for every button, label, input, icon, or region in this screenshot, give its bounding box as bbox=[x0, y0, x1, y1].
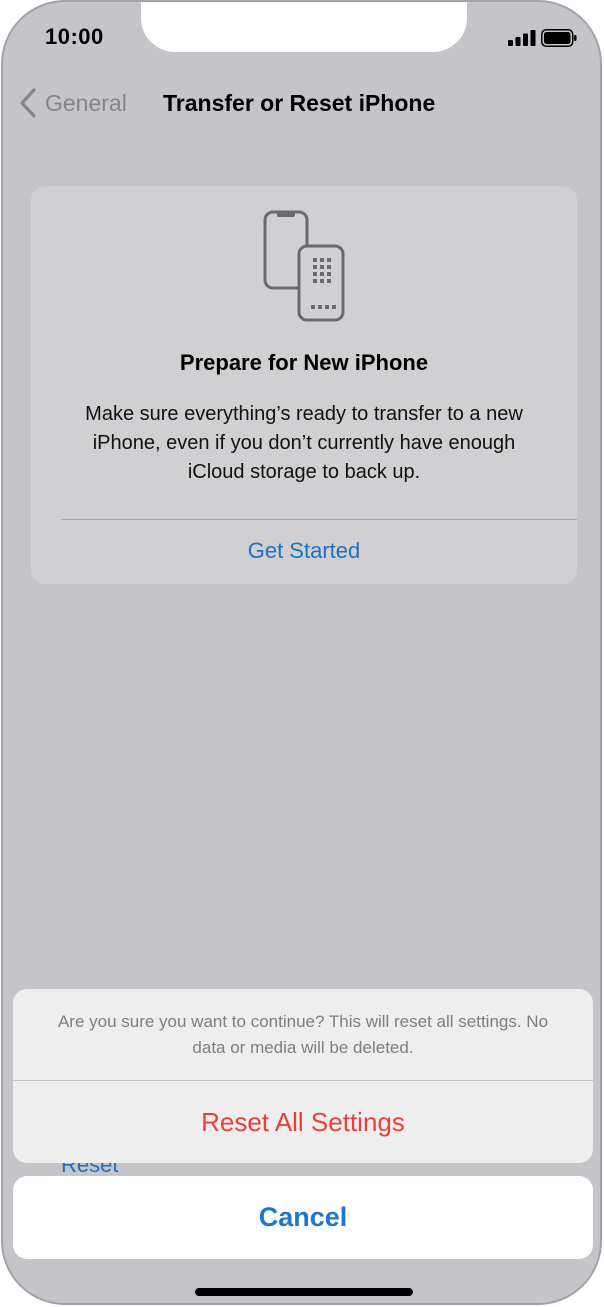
get-started-button[interactable]: Get Started bbox=[31, 538, 577, 564]
signal-bars-icon bbox=[508, 30, 536, 46]
page-title: Transfer or Reset iPhone bbox=[163, 90, 436, 116]
notch bbox=[141, 2, 467, 52]
status-time: 10:00 bbox=[45, 24, 104, 49]
reset-all-settings-button[interactable]: Reset All Settings bbox=[13, 1081, 593, 1163]
prepare-card: Prepare for New iPhone Make sure everyth… bbox=[31, 186, 577, 584]
cancel-button[interactable]: Cancel bbox=[13, 1176, 593, 1259]
chevron-left-icon bbox=[20, 88, 36, 118]
action-sheet: Are you sure you want to continue? This … bbox=[13, 989, 593, 1163]
back-button[interactable]: General bbox=[19, 88, 127, 118]
two-phones-icon bbox=[263, 210, 345, 322]
card-title: Prepare for New iPhone bbox=[179, 350, 429, 375]
back-button-label: General bbox=[45, 89, 127, 116]
action-sheet-message: Are you sure you want to continue? This … bbox=[57, 1012, 549, 1057]
card-divider bbox=[61, 519, 577, 520]
battery-icon bbox=[541, 29, 577, 47]
home-indicator[interactable] bbox=[195, 1288, 413, 1296]
card-description: Make sure everything’s ready to transfer… bbox=[85, 403, 523, 483]
phone-screen: 10:00 General Transfer or Reset iPhone P… bbox=[1, 0, 602, 1305]
